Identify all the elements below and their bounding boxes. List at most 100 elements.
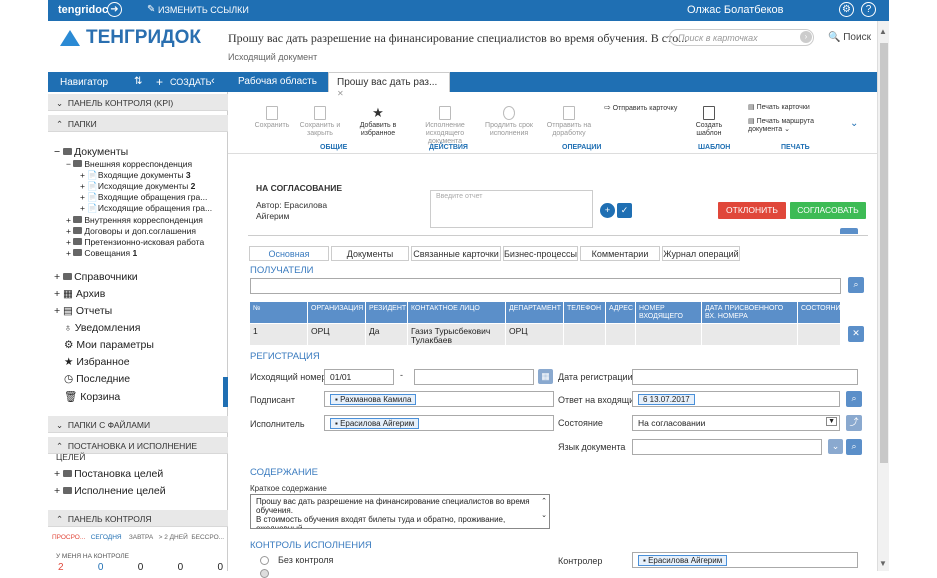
panel-tab-nodeadline[interactable]: БЕССРО...: [191, 534, 224, 541]
col-address[interactable]: АДРЕС: [606, 302, 636, 323]
dropdown-icon[interactable]: ▼: [826, 417, 837, 426]
search-go-icon[interactable]: ›: [800, 31, 812, 43]
tree-recent[interactable]: ◷ Последние: [64, 373, 130, 385]
controller-chip[interactable]: ▪ Ерасилова Айгерим: [638, 555, 728, 566]
executor-input[interactable]: ▪ Ерасилова Айгерим: [324, 415, 554, 431]
save-close-button[interactable]: Сохранить и закрыть: [298, 106, 342, 138]
panel-tab-tomorrow[interactable]: ЗАВТРА: [129, 534, 153, 541]
report-input[interactable]: Введите отчет: [430, 190, 593, 228]
doctab-comments[interactable]: Комментарии: [580, 246, 660, 261]
reject-button[interactable]: ОТКЛОНИТЬ: [718, 202, 786, 219]
scroll-thumb[interactable]: [880, 43, 888, 463]
ribbon-expand-icon[interactable]: ⌄: [850, 118, 858, 129]
lang-search-icon[interactable]: ⌕: [846, 439, 862, 455]
tree-contracts[interactable]: + Договоры и доп.соглашения: [66, 226, 196, 236]
chart-icon[interactable]: ⤴: [846, 415, 862, 431]
executor-chip[interactable]: ▪ Ерасилова Айгерим: [330, 418, 420, 429]
create-template-button[interactable]: Создать шаблон: [684, 106, 734, 138]
doctab-main[interactable]: Основная: [249, 246, 329, 261]
panel-tab-overdue[interactable]: ПРОСРО...: [52, 534, 85, 541]
exec-document-button[interactable]: Исполнение исходящего документа: [420, 106, 470, 146]
tree-incoming-appeals[interactable]: + 📄Входящие обращения гра...: [80, 192, 207, 203]
tree-references[interactable]: + Справочники: [54, 271, 138, 283]
check-icon[interactable]: ✓: [617, 203, 632, 218]
recipients-input[interactable]: [250, 278, 841, 294]
search-link[interactable]: 🔍 Поиск: [828, 32, 871, 43]
tree-documents[interactable]: − Документы: [54, 146, 128, 158]
control-radio[interactable]: [260, 569, 269, 578]
col-dept[interactable]: ДЕПАРТАМЕНТ: [506, 302, 564, 323]
main-scrollbar[interactable]: ▲ ▼: [877, 21, 889, 571]
state-select[interactable]: На согласовании ▼: [632, 415, 840, 431]
tree-external[interactable]: − Внешняя корреспонденция: [66, 159, 192, 169]
reply-chip[interactable]: 6 13.07.2017: [638, 394, 695, 405]
delete-row-icon[interactable]: ✕: [848, 326, 864, 342]
tree-outgoing[interactable]: + 📄Исходящие документы 2: [80, 181, 195, 192]
panel-tab-today[interactable]: СЕГОДНЯ: [91, 534, 122, 541]
search-icon[interactable]: ⌕: [848, 277, 864, 293]
col-in-number[interactable]: НОМЕР ВХОДЯЩЕГО: [636, 302, 702, 323]
col-number[interactable]: №: [250, 302, 308, 323]
reply-search-icon[interactable]: ⌕: [846, 391, 862, 407]
tree-meetings[interactable]: + Совещания 1: [66, 248, 137, 258]
col-in-date[interactable]: ДАТА ПРИСВОЕННОГО ВХ. НОМЕРА: [702, 302, 798, 323]
tree-reports[interactable]: + ▤ Отчеты: [54, 305, 112, 317]
tree-goal-set[interactable]: + Постановка целей: [54, 468, 163, 480]
lang-input[interactable]: [632, 439, 822, 455]
col-contact[interactable]: КОНТАКТНОЕ ЛИЦО: [408, 302, 506, 323]
send-card-button[interactable]: ⇨ Отправить карточку: [604, 104, 680, 113]
tree-incoming[interactable]: + 📄Входящие документы 3: [80, 170, 191, 181]
tab-document[interactable]: Прошу вас дать раз... ✕: [328, 72, 450, 98]
col-phone[interactable]: ТЕЛЕФОН: [564, 302, 606, 323]
add-icon[interactable]: +: [600, 203, 615, 218]
no-control-radio[interactable]: [260, 556, 269, 565]
user-name[interactable]: Олжас Болатбеков: [687, 4, 784, 16]
count-tomorrow[interactable]: 0: [138, 562, 144, 573]
textarea-scrollbar[interactable]: ⌃ ⌄: [539, 495, 549, 528]
out-number-input[interactable]: 01/01: [324, 369, 394, 385]
tree-my-params[interactable]: ⚙ Мои параметры: [64, 339, 154, 351]
tree-favorites[interactable]: ★ Избранное: [64, 356, 130, 368]
doctab-journal[interactable]: Журнал операций: [662, 246, 740, 261]
tree-goal-exec[interactable]: + Исполнение целей: [54, 485, 166, 497]
collapse-tab[interactable]: [840, 228, 858, 234]
reg-date-input[interactable]: [632, 369, 858, 385]
doctab-linked[interactable]: Связанные карточки: [411, 246, 501, 261]
section-kpi[interactable]: ⌄ ПАНЕЛЬ КОНТРОЛЯ (KPI): [48, 94, 228, 111]
arrow-right-icon[interactable]: ➜: [107, 2, 122, 17]
doctab-processes[interactable]: Бизнес-процессы: [503, 246, 578, 261]
sync-icon[interactable]: ⇅: [134, 76, 142, 87]
calendar-icon[interactable]: ▦: [538, 369, 553, 384]
count-today[interactable]: 0: [98, 562, 104, 573]
panel-tab-2days[interactable]: > 2 ДНЕЙ: [159, 534, 188, 541]
search-input[interactable]: Поиск в карточках: [669, 29, 814, 46]
count-nodeadline[interactable]: 0: [217, 562, 223, 573]
tree-internal[interactable]: + Внутренняя корреспонденция: [66, 215, 203, 225]
tree-notifications[interactable]: ♁ Уведомления: [64, 322, 140, 334]
print-route-button[interactable]: ▤ Печать маршрута документа ⌄: [748, 118, 828, 134]
tab-workspace[interactable]: Рабочая область: [230, 72, 325, 92]
col-org[interactable]: ОРГАНИЗАЦИЯ: [308, 302, 366, 323]
add-favorite-button[interactable]: ★ Добавить в избранное: [356, 106, 400, 138]
section-goals[interactable]: ⌃ ПОСТАНОВКА И ИСПОЛНЕНИЕ ЦЕЛЕЙ: [48, 437, 228, 462]
print-card-button[interactable]: ▤ Печать карточки: [748, 104, 818, 112]
edit-links-link[interactable]: ИЗМЕНИТЬ ССЫЛКИ: [158, 5, 249, 15]
save-button[interactable]: Сохранить: [254, 106, 290, 130]
send-revision-button[interactable]: Отправить на доработку: [546, 106, 592, 138]
col-state[interactable]: СОСТОЯНИЕ: [798, 302, 845, 323]
create-button[interactable]: СОЗДАТЬ: [170, 77, 212, 87]
section-panel[interactable]: ⌃ ПАНЕЛЬ КОНТРОЛЯ: [48, 510, 228, 527]
doctab-documents[interactable]: Документы: [331, 246, 409, 261]
reply-input[interactable]: 6 13.07.2017: [632, 391, 840, 407]
extend-deadline-button[interactable]: Продлить срок исполнения: [484, 106, 534, 138]
signer-chip[interactable]: ▪ Рахманова Камила: [330, 394, 417, 405]
scroll-up-icon[interactable]: ▲: [879, 27, 887, 36]
count-overdue[interactable]: 2: [58, 562, 64, 573]
tree-outgoing-appeals[interactable]: + 📄Исходящие обращения гра...: [80, 203, 212, 214]
tree-trash[interactable]: 🗑 Корзина: [64, 390, 120, 403]
help-icon[interactable]: ?: [861, 2, 876, 17]
brand-name[interactable]: tengridoc: [58, 4, 108, 16]
controller-input[interactable]: ▪ Ерасилова Айгерим: [632, 552, 858, 568]
collapse-icon[interactable]: ‹: [211, 75, 215, 87]
gear-icon[interactable]: ⚙: [839, 2, 854, 17]
